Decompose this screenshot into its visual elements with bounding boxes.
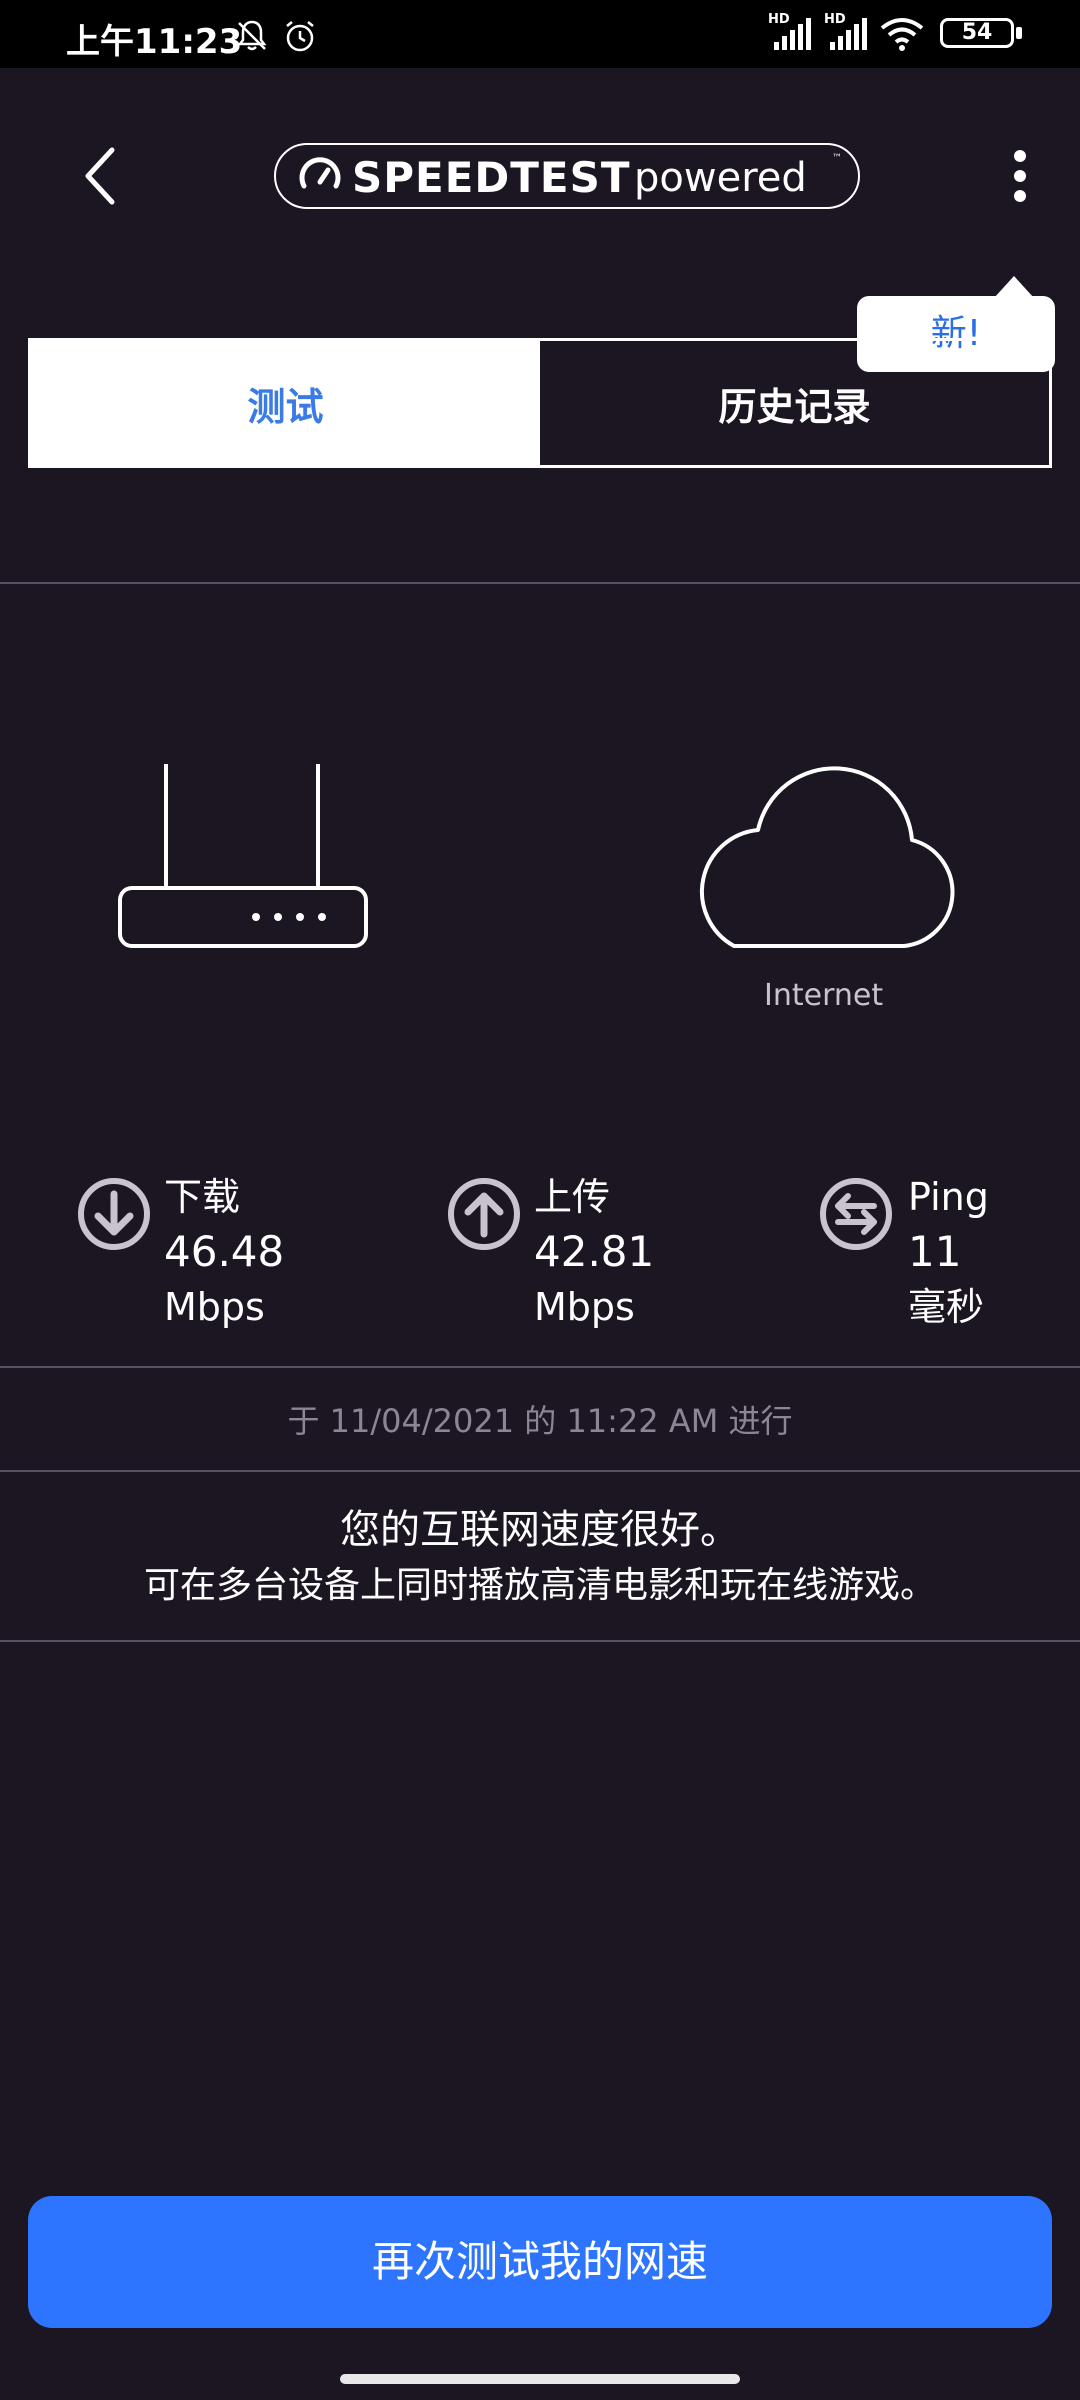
battery-level: 54: [961, 20, 993, 45]
test-timestamp: 于 11/04/2021 的 11:22 AM 进行: [287, 1402, 793, 1440]
tab-history[interactable]: 历史记录: [540, 341, 1049, 465]
signal-label: HD: [768, 12, 790, 27]
back-button[interactable]: [70, 140, 130, 212]
download-value: 46.48: [164, 1227, 285, 1276]
divider: [0, 582, 1080, 584]
result-message-title: 您的互联网速度很好。: [340, 1507, 740, 1553]
upload-arrow-icon: [448, 1178, 520, 1250]
logo-trademark: ™: [832, 153, 842, 164]
logo-speedtest-text: SPEEDTEST: [352, 153, 631, 202]
signal-icon: HD: [824, 12, 870, 52]
upload-unit: Mbps: [534, 1285, 635, 1329]
more-dot: [1014, 170, 1026, 182]
speedometer-icon: [299, 157, 341, 189]
ping-metric: Ping 11 毫秒: [818, 1170, 1038, 1340]
result-message: 您的互联网速度很好。 可在多台设备上同时播放高清电影和玩在线游戏。: [0, 1502, 1080, 1614]
more-dot: [1014, 190, 1026, 202]
tab-bar: 测试 历史记录: [28, 338, 1052, 468]
ping-arrows-icon: [820, 1178, 892, 1250]
upload-value: 42.81: [534, 1227, 655, 1276]
battery-icon: 54: [940, 18, 1024, 48]
ping-unit: 毫秒: [908, 1285, 985, 1329]
signal-icon: HD: [768, 12, 814, 52]
upload-metric: 上传 42.81 Mbps: [446, 1170, 686, 1340]
signal-label: HD: [824, 12, 846, 27]
logo-powered-text: powered: [634, 155, 807, 201]
download-unit: Mbps: [164, 1285, 265, 1329]
download-text: 下载 46.48 Mbps: [164, 1170, 284, 1334]
chevron-left-icon: [85, 147, 115, 205]
alarm-icon: [286, 21, 314, 52]
ping-value: 11: [908, 1227, 962, 1276]
download-metric: 下载 46.48 Mbps: [76, 1170, 316, 1340]
divider: [0, 1470, 1080, 1472]
status-bar: 上午11:23 HD HD 54: [0, 0, 1080, 68]
speedtest-logo: SPEEDTEST powered ™: [274, 143, 860, 209]
wifi-icon: [880, 18, 924, 51]
router-icon: [118, 764, 368, 948]
more-dot: [1014, 150, 1026, 162]
more-options-button[interactable]: [1000, 140, 1040, 210]
status-time: 上午11:23: [66, 22, 243, 62]
upload-text: 上传 42.81 Mbps: [534, 1170, 654, 1334]
home-indicator[interactable]: [340, 2374, 740, 2384]
divider: [0, 1366, 1080, 1368]
retest-button[interactable]: 再次测试我的网速: [28, 2196, 1052, 2328]
upload-label: 上传: [534, 1175, 611, 1219]
cloud-icon: [700, 766, 955, 948]
tooltip-arrow: [994, 276, 1034, 298]
internet-label: Internet: [764, 978, 884, 1013]
download-arrow-icon: [78, 1178, 150, 1250]
ping-label: Ping: [908, 1175, 989, 1219]
download-label: 下载: [164, 1175, 241, 1219]
bell-muted-icon: [237, 20, 267, 51]
result-message-subtitle: 可在多台设备上同时播放高清电影和玩在线游戏。: [143, 1565, 936, 1606]
ping-text: Ping 11 毫秒: [908, 1170, 989, 1334]
tab-test[interactable]: 测试: [31, 341, 540, 465]
divider: [0, 1640, 1080, 1642]
